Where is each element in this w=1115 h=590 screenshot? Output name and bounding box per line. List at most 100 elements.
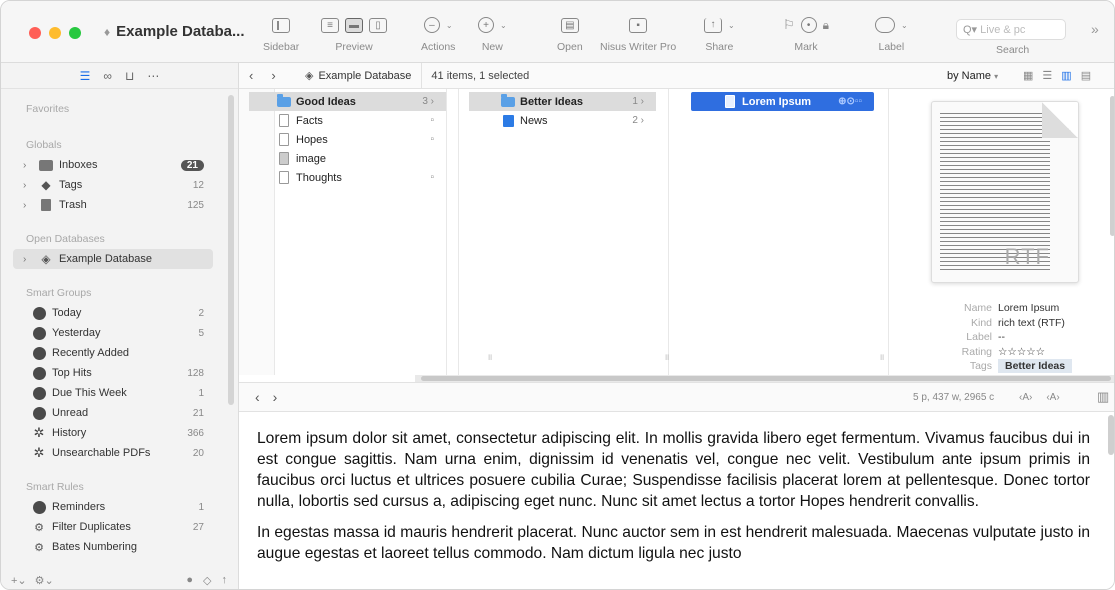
preview-toolbar-button[interactable]: ≡ ▬ ▯ Preview [321,15,387,53]
new-toolbar-button[interactable]: + ⌄ New [478,15,507,53]
back-icon[interactable]: ‹ [249,68,253,83]
list-item-lorem-ipsum[interactable]: Lorem Ipsum ⊕⊙▫▫ [691,92,874,111]
open-toolbar-button[interactable]: ▤ Open [557,15,583,53]
sidebar-item-reminders[interactable]: Reminders 1 [1,497,238,517]
unread-badge: 21 [180,159,204,171]
list-icon[interactable]: ☰ [80,69,91,83]
sidebar-item-trash[interactable]: › Trash 125 [1,195,238,215]
database-icon: ♦ [104,24,111,39]
name-value: Lorem Ipsum [998,302,1060,315]
list-item-thoughts[interactable]: Thoughts ▫ [275,168,446,187]
column-resize-handle[interactable]: ॥ [879,350,884,363]
forward-icon[interactable]: › [271,68,275,83]
inbox-view-icon[interactable]: ⊔ [125,69,134,83]
document-icon [723,95,737,108]
clock-icon [32,326,46,340]
share-icon: ↑ [704,17,722,33]
smart-rules-header: Smart Rules [26,481,84,493]
actions-toolbar-button[interactable]: – ⌄ Actions [421,15,455,53]
column-2: Better Ideas 1 › News 2 › ॥ [459,89,669,375]
editor-scrollbar[interactable] [1108,415,1114,455]
minimize-window-button[interactable] [49,27,61,39]
toolbar-overflow-button[interactable]: » [1091,21,1099,37]
sidebar-toolbar-button[interactable]: Sidebar [263,15,299,53]
sidebar-item-recently-added[interactable]: Recently Added [1,343,238,363]
sidebar-item-bates-numbering[interactable]: ⚙ Bates Numbering [1,537,238,557]
document-stats: 5 p, 437 w, 2965 c [913,391,995,403]
forward-icon[interactable]: › [273,389,278,405]
disclosure-icon[interactable]: › [23,254,26,265]
column-browser: Good Ideas 3 › Facts ▫ Hopes ▫ image Tho… [239,89,1114,375]
sidebar-item-due-this-week[interactable]: Due This Week 1 [1,383,238,403]
share-toolbar-button[interactable]: ↑ ⌄ Share [704,15,735,53]
disclosure-icon[interactable]: › [23,160,26,171]
sidebar-item-filter-duplicates[interactable]: ⚙ Filter Duplicates 27 [1,517,238,537]
tag-icon: ◆ [41,178,51,192]
sidebar-scrollbar[interactable] [228,95,234,405]
add-icon[interactable]: +⌄ [11,574,27,587]
horizontal-scrollbar[interactable] [415,375,1114,382]
label-value[interactable]: -- [998,331,1005,343]
list-item-better-ideas[interactable]: Better Ideas 1 › [469,92,656,111]
tags-view-icon[interactable]: ∞ [103,69,112,83]
disclosure-icon[interactable]: › [23,200,26,211]
sidebar-item-tags[interactable]: › ◆ Tags 12 [1,175,238,195]
column-gutter [239,89,275,375]
app-window: ♦ Example Databa... Sidebar ≡ ▬ ▯ Previe… [0,0,1115,590]
decrease-font-button[interactable]: ‹A› [1019,392,1032,403]
list-item-good-ideas[interactable]: Good Ideas 3 › [249,92,446,111]
search-input[interactable]: Q▾ Live & pc [956,19,1066,40]
increase-font-button[interactable]: ‹A› [1046,392,1059,403]
pin-icon[interactable]: ↑ [222,574,228,587]
nisus-writer-toolbar-button[interactable]: ▪ Nisus Writer Pro [600,15,676,53]
zoom-window-button[interactable] [69,27,81,39]
cover-flow-icon[interactable]: ▤ [1081,69,1091,82]
label-toolbar-button[interactable]: ⌄ Label [875,15,908,53]
list-item-hopes[interactable]: Hopes ▫ [275,130,446,149]
breadcrumb[interactable]: ◈ Example Database [295,62,423,89]
inspector-toggle-icon[interactable]: ▥ [1097,389,1109,405]
smart-group-icon [32,386,46,400]
icon-view-icon[interactable]: ▦ [1023,69,1033,82]
sidebar-item-yesterday[interactable]: Yesterday 5 [1,323,238,343]
gear-icon[interactable]: ⚙⌄ [35,574,54,587]
open-databases-header: Open Databases [26,233,105,245]
attachment-icon: ▫ [430,172,434,183]
list-view-icon[interactable]: ☰ [1042,69,1052,82]
smart-groups-header: Smart Groups [26,287,92,299]
sidebar-icon [272,17,291,33]
list-item-facts[interactable]: Facts ▫ [275,111,446,130]
sidebar-item-inboxes[interactable]: › Inboxes 21 [1,155,238,175]
graph-view-icon[interactable]: ⋯ [147,69,159,83]
sync-icon[interactable]: ● [186,574,193,587]
list-item-image[interactable]: image [275,149,446,168]
tag-chip[interactable]: Better Ideas [998,359,1073,374]
document-thumbnail[interactable]: RTF [931,101,1079,283]
close-window-button[interactable] [29,27,41,39]
mark-toolbar-button[interactable]: ⚐ • 🔒︎ Mark [783,15,829,53]
search-icon: Q▾ [963,24,978,36]
toolbar: ♦ Example Databa... Sidebar ≡ ▬ ▯ Previe… [1,1,1114,63]
sidebar-item-history[interactable]: ✲ History 366 [1,423,238,443]
document-editor[interactable]: Lorem ipsum dolor sit amet, consectetur … [239,412,1114,589]
list-item-news[interactable]: News 2 › [459,111,656,130]
folder-icon [277,93,291,108]
flag-icon: ⚐ [783,17,795,32]
label-icon [875,17,895,33]
sidebar-item-unsearchable-pdfs[interactable]: ✲ Unsearchable PDFs 20 [1,443,238,463]
globals-header: Globals [26,139,62,151]
sidebar-item-today[interactable]: Today 2 [1,303,238,323]
sidebar-item-top-hits[interactable]: Top Hits 128 [1,363,238,383]
rating-stars[interactable]: ☆☆☆☆☆ [998,346,1045,358]
kind-value: rich text (RTF) [998,316,1065,329]
sidebar-item-unread[interactable]: Unread 21 [1,403,238,423]
column-view-icon[interactable]: ▥ [1061,69,1071,82]
back-icon[interactable]: ‹ [255,389,260,405]
favorites-header: Favorites [26,103,70,115]
database-icon: ◈ [305,70,314,82]
sort-menu[interactable]: by Name ▾ [947,70,998,82]
sidebar-item-example-database[interactable]: › ◈ Example Database [13,249,213,269]
tag-icon[interactable]: ◇ [203,574,211,587]
inspector-scrollbar[interactable] [1110,96,1114,236]
disclosure-icon[interactable]: › [23,180,26,191]
